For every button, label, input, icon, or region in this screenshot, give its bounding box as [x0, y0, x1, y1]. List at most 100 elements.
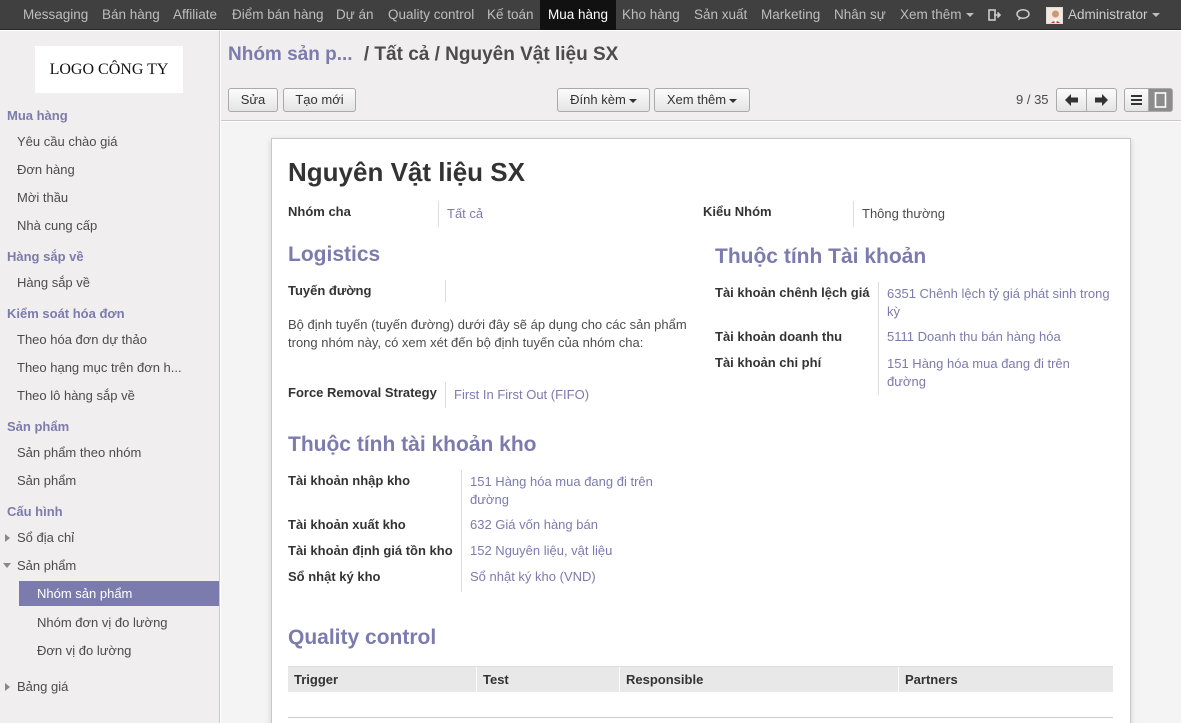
- menu-more[interactable]: Xem thêm: [900, 0, 974, 30]
- list-icon: [1131, 95, 1142, 105]
- stock-input-account-field[interactable]: 151 Hàng hóa mua đang đi trên đường: [470, 473, 680, 509]
- quality-control-heading: Quality control: [288, 626, 437, 649]
- menu-more-label: Xem thêm: [900, 7, 962, 22]
- sidebar-item-products[interactable]: Sản phẩm: [17, 473, 76, 488]
- logout-icon[interactable]: [988, 8, 1002, 22]
- price-difference-account-label: Tài khoản chênh lệch giá: [715, 285, 870, 300]
- field-divider: [445, 280, 446, 302]
- stock-valuation-account-field[interactable]: 152 Nguyên liệu, vật liệu: [470, 543, 612, 558]
- sidebar-item-config-products[interactable]: Sản phẩm: [17, 558, 76, 573]
- breadcrumb-link[interactable]: Nhóm sản p...: [228, 44, 353, 65]
- column-separator: [476, 667, 477, 693]
- parent-category-label: Nhóm cha: [288, 204, 351, 219]
- sidebar-item-tenders[interactable]: Mời thầu: [17, 190, 68, 205]
- section-configuration: Cấu hình: [7, 504, 63, 519]
- expense-account-label: Tài khoản chi phí: [715, 355, 822, 370]
- chat-icon[interactable]: [1016, 8, 1030, 22]
- removal-strategy-field[interactable]: First In First Out (FIFO): [454, 387, 589, 402]
- caret-down-icon: [628, 98, 637, 103]
- section-products: Sản phẩm: [7, 419, 70, 434]
- menu-hr[interactable]: Nhân sự: [834, 0, 886, 30]
- menu-manufacturing[interactable]: Sản xuất: [694, 0, 747, 30]
- pager-value[interactable]: 9 / 35: [1016, 92, 1049, 107]
- column-responsible[interactable]: Responsible: [626, 672, 703, 687]
- column-trigger[interactable]: Trigger: [294, 672, 338, 687]
- attach-dropdown[interactable]: Đính kèm: [557, 88, 650, 112]
- sidebar-item-pricelists[interactable]: Bảng giá: [17, 679, 68, 694]
- sidebar-item-orders[interactable]: Đơn hàng: [17, 162, 75, 177]
- parent-category-field[interactable]: Tất cả: [447, 206, 483, 221]
- create-button[interactable]: Tạo mới: [283, 88, 356, 112]
- stock-account-properties-heading: Thuộc tính tài khoản kho: [288, 433, 537, 456]
- menu-pos[interactable]: Điểm bán hàng: [232, 0, 324, 30]
- chevron-right-icon: [5, 683, 10, 691]
- attach-label: Đính kèm: [570, 92, 626, 107]
- menu-quality-control[interactable]: Quality control: [388, 0, 474, 30]
- sidebar-item-order-lines[interactable]: Theo hạng mục trên đơn h...: [17, 360, 182, 375]
- stock-journal-field[interactable]: Sổ nhật ký kho (VND): [470, 569, 596, 584]
- column-separator: [898, 667, 899, 693]
- menu-sales[interactable]: Bán hàng: [102, 0, 160, 30]
- income-account-field[interactable]: 5111 Doanh thu bán hàng hóa: [887, 329, 1061, 344]
- form-view-button[interactable]: [1148, 88, 1173, 112]
- menu-accounting[interactable]: Kế toán: [487, 0, 534, 30]
- category-type-field[interactable]: Thông thường: [862, 206, 945, 221]
- column-separator: [619, 667, 620, 693]
- income-account-label: Tài khoản doanh thu: [715, 329, 843, 344]
- content-area: Nguyên Vật liệu SX Nhóm cha Tất cả Kiểu …: [221, 122, 1181, 723]
- form-icon: [1154, 92, 1167, 108]
- sidebar-item-draft-invoices[interactable]: Theo hóa đơn dự thảo: [17, 332, 147, 347]
- price-difference-account-field[interactable]: 6351 Chênh lệch tỷ giá phát sinh trong k…: [887, 285, 1117, 321]
- edit-button[interactable]: Sửa: [228, 88, 278, 112]
- pager-next[interactable]: [1086, 88, 1117, 112]
- field-divider: [461, 470, 462, 592]
- sidebar-item-incoming-shipments[interactable]: Theo lô hàng sắp về: [17, 388, 135, 403]
- routes-label: Tuyến đường: [288, 283, 372, 298]
- column-partners[interactable]: Partners: [905, 672, 958, 687]
- sidebar-item-incoming[interactable]: Hàng sắp về: [17, 275, 90, 290]
- menu-project[interactable]: Dự án: [336, 0, 374, 30]
- sidebar-item-vendors[interactable]: Nhà cung cấp: [17, 218, 97, 233]
- menu-marketing[interactable]: Marketing: [761, 0, 820, 30]
- control-panel: Nhóm sản p... / Tất cả / Nguyên Vật liệu…: [221, 31, 1181, 121]
- caret-down-icon: [729, 98, 738, 103]
- user-menu[interactable]: Administrator: [1068, 0, 1160, 30]
- chevron-right-icon: [5, 534, 10, 542]
- top-navbar: Messaging Bán hàng Affiliate Điểm bán hà…: [0, 0, 1181, 30]
- chevron-down-icon: [3, 563, 11, 568]
- more-label: Xem thêm: [666, 92, 727, 107]
- sidebar-item-product-categories[interactable]: Nhóm sản phẩm: [19, 581, 219, 606]
- menu-inventory[interactable]: Kho hàng: [622, 0, 680, 30]
- menu-messaging[interactable]: Messaging: [23, 0, 88, 30]
- more-dropdown[interactable]: Xem thêm: [654, 88, 750, 112]
- field-divider: [438, 201, 439, 227]
- breadcrumb: Nhóm sản p... / Tất cả / Nguyên Vật liệu…: [228, 44, 618, 66]
- column-test[interactable]: Test: [483, 672, 509, 687]
- logistics-heading: Logistics: [288, 243, 381, 266]
- field-divider: [853, 201, 854, 227]
- stock-journal-label: Sổ nhật ký kho: [288, 569, 381, 584]
- menu-purchase[interactable]: Mua hàng: [540, 0, 617, 30]
- sidebar-item-address-book[interactable]: Sổ địa chỉ: [17, 530, 74, 545]
- sidebar-item-uom-categories[interactable]: Nhóm đơn vị đo lường: [37, 615, 168, 630]
- quality-control-table-header: Trigger Test Responsible Partners: [288, 666, 1113, 693]
- list-view-button[interactable]: [1124, 88, 1149, 112]
- sidebar-item-products-by-category[interactable]: Sản phẩm theo nhóm: [17, 445, 141, 460]
- field-divider: [878, 282, 879, 395]
- breadcrumb-current: Tất cả / Nguyên Vật liệu SX: [374, 44, 619, 65]
- expense-account-field[interactable]: 151 Hàng hóa mua đang đi trên đường: [887, 355, 1087, 391]
- company-logo[interactable]: LOGO CÔNG TY: [35, 46, 183, 93]
- routes-help-text: Bộ định tuyến (tuyến đường) dưới đây sẽ …: [288, 317, 687, 350]
- field-divider: [445, 382, 446, 408]
- user-name: Administrator: [1068, 7, 1148, 22]
- menu-affiliate[interactable]: Affiliate: [173, 0, 217, 30]
- stock-output-account-field[interactable]: 632 Giá vốn hàng bán: [470, 517, 598, 532]
- sidebar: LOGO CÔNG TY Mua hàng Yêu cầu chào giá Đ…: [0, 31, 220, 723]
- caret-down-icon: [1151, 13, 1160, 18]
- pager-previous[interactable]: [1056, 88, 1087, 112]
- sidebar-item-uom[interactable]: Đơn vị đo lường: [37, 643, 131, 658]
- record-title: Nguyên Vật liệu SX: [288, 157, 525, 187]
- avatar[interactable]: [1046, 7, 1063, 24]
- stock-output-account-label: Tài khoản xuất kho: [288, 517, 406, 532]
- sidebar-item-rfq[interactable]: Yêu cầu chào giá: [17, 134, 117, 149]
